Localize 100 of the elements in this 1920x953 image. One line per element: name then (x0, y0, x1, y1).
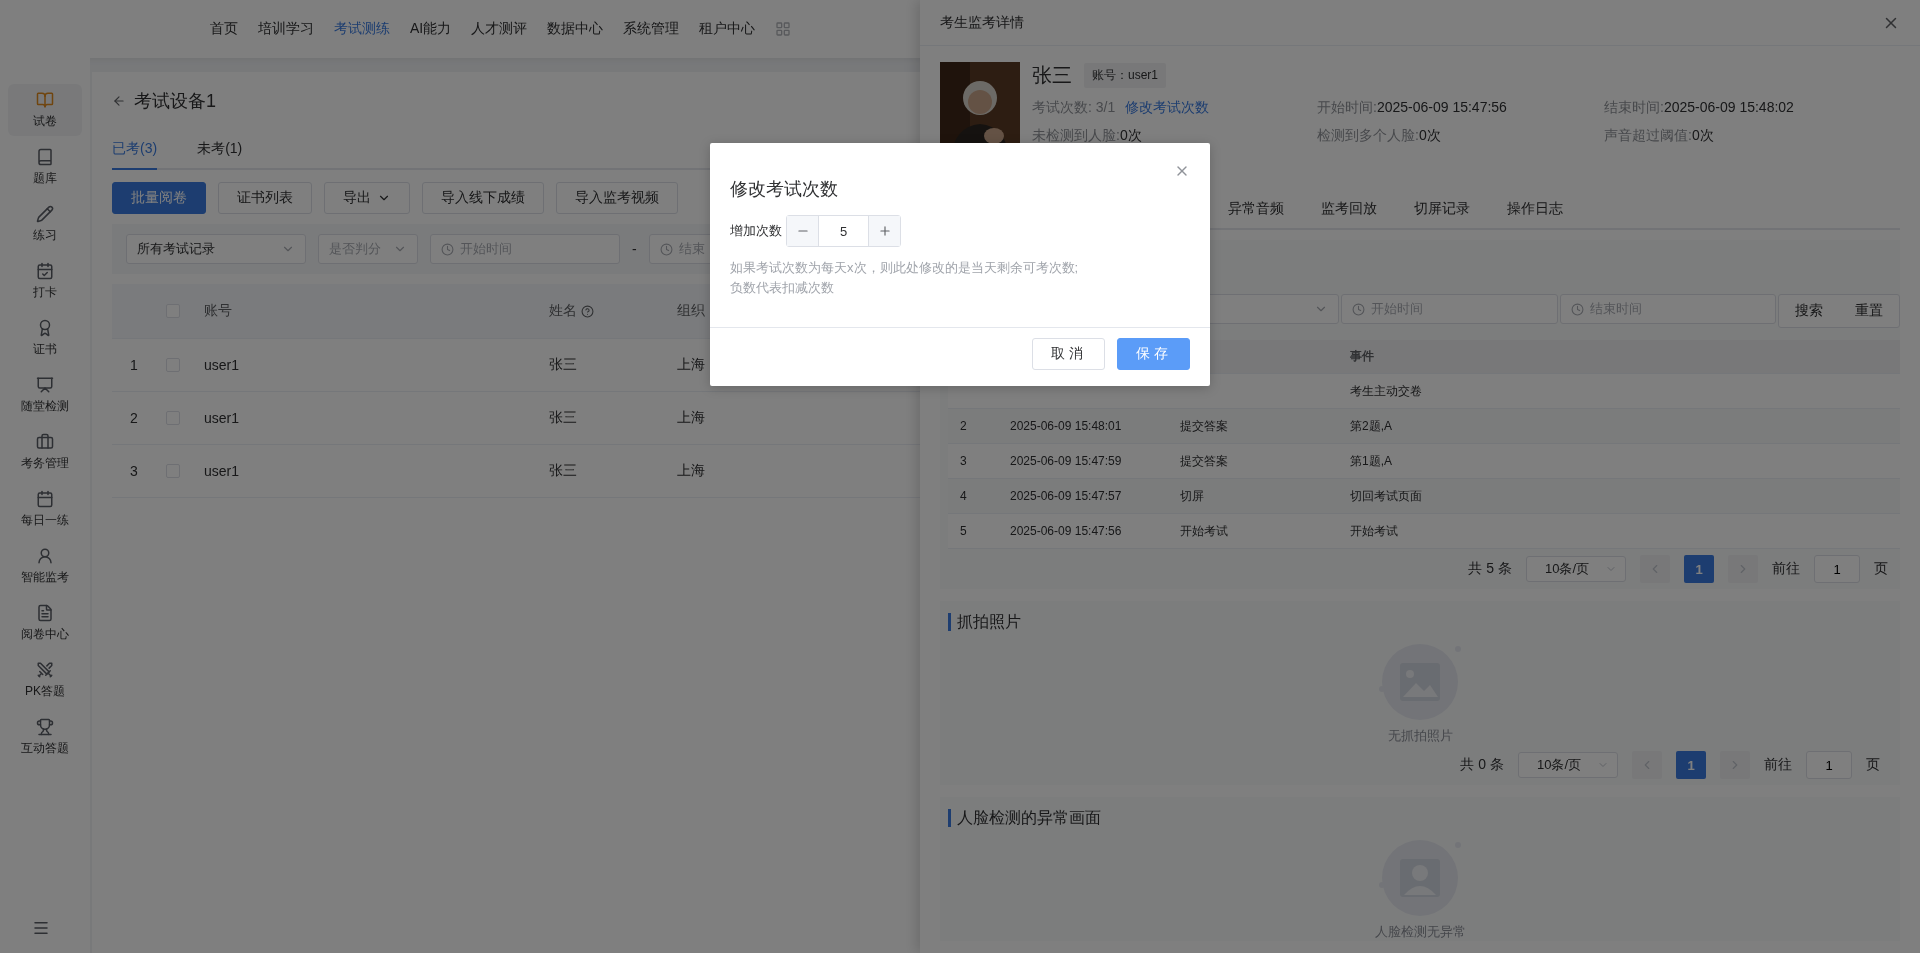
nav-item[interactable]: 培训学习 (258, 20, 314, 38)
clock-icon (1352, 302, 1366, 316)
toolbar-button[interactable]: 导入线下成绩 (422, 182, 544, 214)
row-number: 4 (960, 489, 968, 503)
page-button[interactable]: 1 (1684, 555, 1714, 583)
book-icon (36, 90, 54, 109)
sidebar-label: 证书 (33, 340, 57, 358)
column-header: 事件 (1350, 348, 1375, 365)
nav-item[interactable]: 数据中心 (547, 20, 604, 38)
section-title: 人脸检测的异常画面 (948, 809, 1101, 827)
sidebar-label: 阅卷中心 (21, 625, 69, 643)
number-stepper[interactable]: 5 (786, 215, 901, 247)
page-suffix: 页 (1866, 756, 1880, 774)
decrement-button[interactable] (787, 216, 819, 246)
sidebar-item[interactable]: 试卷 (8, 84, 82, 136)
nav-item[interactable]: 考试测练 (334, 20, 390, 38)
sidebar-label: 互动答题 (21, 739, 69, 757)
drawer-title: 考生监考详情 (940, 13, 1024, 32)
table-cell-text: 第1题,A (1350, 452, 1393, 470)
next-page-button[interactable] (1728, 555, 1758, 583)
sidebar-label: 智能监考 (21, 568, 69, 586)
sidebar-item[interactable]: 互动答题 (8, 711, 82, 763)
sidebar-item[interactable]: 题库 (8, 141, 82, 193)
swords-icon (36, 660, 54, 679)
table-cell: user1 (204, 463, 240, 479)
table-cell: 张三 (549, 356, 577, 374)
goto-label: 前往 (1764, 756, 1792, 774)
back-icon[interactable] (112, 94, 126, 108)
nav-item[interactable]: AI能力 (410, 20, 452, 38)
tab[interactable]: 未考(1) (197, 140, 243, 170)
menu-icon[interactable] (32, 919, 50, 937)
user-icon (36, 546, 54, 565)
toolbar-button[interactable]: 导出 (324, 182, 410, 214)
tab[interactable]: 已考(3) (112, 140, 158, 170)
section-title: 抓拍照片 (948, 613, 1021, 631)
toolbar-button[interactable]: 导入监考视频 (556, 182, 678, 214)
table-cell: 张三 (549, 409, 577, 427)
tab[interactable]: 切屏记录 (1414, 200, 1470, 230)
pencil-icon (36, 204, 54, 223)
nav-item[interactable]: 系统管理 (623, 20, 680, 38)
nav-item[interactable]: 首页 (210, 20, 238, 38)
table-cell: user1 (204, 357, 240, 373)
sidebar-item[interactable]: 每日一练 (8, 483, 82, 535)
table-cell-text: 第2题,A (1350, 417, 1393, 435)
record-select[interactable]: 所有考试记录 (126, 234, 306, 264)
sidebar-item[interactable]: 智能监考 (8, 540, 82, 592)
page-input[interactable]: 1 (1814, 555, 1860, 583)
trophy-icon (36, 717, 54, 736)
briefcase-icon (36, 432, 54, 451)
row-number: 5 (960, 524, 968, 538)
sidebar-item[interactable]: 打卡 (8, 255, 82, 307)
sidebar-item[interactable]: 阅卷中心 (8, 597, 82, 649)
plus-icon (877, 224, 892, 238)
column-header: 组织 (677, 302, 705, 320)
page-button[interactable]: 1 (1676, 751, 1706, 779)
column-header: 账号 (204, 302, 232, 320)
prev-page-button[interactable] (1632, 751, 1662, 779)
page-input[interactable]: 1 (1806, 751, 1852, 779)
table-cell: 张三 (549, 462, 577, 480)
next-page-button[interactable] (1720, 751, 1750, 779)
cancel-button[interactable]: 取消 (1032, 338, 1105, 370)
row-number: 2 (130, 410, 138, 426)
toolbar-button[interactable]: 批量阅卷 (112, 182, 206, 214)
nav-item[interactable]: 租户中心 (699, 20, 756, 38)
document-icon (36, 603, 54, 622)
hint-text: 如果考试次数为每天x次，则此处修改的是当天剩余可考次数; (730, 259, 1080, 277)
page-title: 考试设备1 (134, 90, 216, 113)
page-size-select[interactable]: 10条/页 (1526, 556, 1626, 582)
nav-item[interactable]: 人才测评 (471, 20, 528, 38)
sidebar-item[interactable]: PK答题 (8, 654, 82, 706)
edit-count-link[interactable]: 修改考试次数 (1125, 99, 1210, 117)
clock-icon (1570, 302, 1584, 316)
student-name: 张三 (1032, 63, 1072, 88)
help-icon[interactable] (581, 304, 594, 318)
toolbar-button[interactable]: 证书列表 (218, 182, 312, 214)
tab[interactable]: 监考回放 (1321, 200, 1377, 230)
clock-icon (441, 242, 454, 256)
sidebar-label: PK答题 (25, 682, 65, 700)
sidebar-item[interactable]: 证书 (8, 312, 82, 364)
date-separator: - (632, 241, 637, 257)
row-number: 1 (130, 357, 138, 373)
sidebar-item[interactable]: 随堂检测 (8, 369, 82, 421)
tab[interactable]: 操作日志 (1507, 200, 1563, 230)
row-number: 2 (960, 419, 968, 433)
account-tag: 账号：user1 (1084, 63, 1167, 88)
increment-button[interactable] (868, 216, 900, 246)
sidebar-item[interactable]: 考务管理 (8, 426, 82, 478)
search-button[interactable]: 搜索 (1779, 295, 1839, 327)
table-cell-text: 提交答案 (1180, 417, 1229, 435)
prev-page-button[interactable] (1640, 555, 1670, 583)
total-count: 共 5 条 (1468, 560, 1512, 578)
save-button[interactable]: 保存 (1117, 338, 1190, 370)
sidebar-item[interactable]: 练习 (8, 198, 82, 250)
table-cell-text: 2025-06-09 15:47:59 (1010, 454, 1123, 468)
tab[interactable]: 异常音频 (1228, 200, 1284, 230)
sidebar-label: 打卡 (33, 283, 57, 301)
reset-button[interactable]: 重置 (1839, 295, 1899, 327)
apps-grid-icon[interactable] (775, 21, 792, 37)
table-cell: 上海 (677, 409, 705, 427)
page-size-select[interactable]: 10条/页 (1518, 752, 1618, 778)
